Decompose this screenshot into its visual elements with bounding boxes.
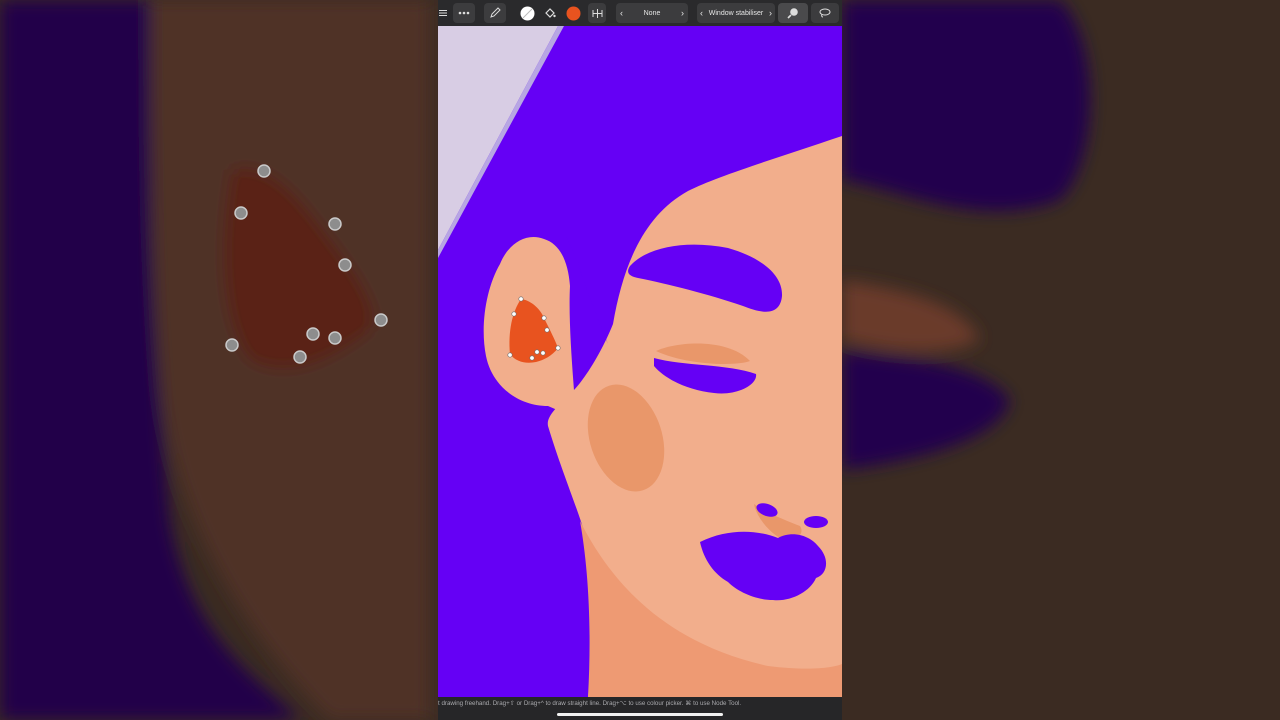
- drawing-canvas[interactable]: [438, 26, 842, 697]
- chevron-left-icon[interactable]: ‹: [700, 8, 703, 18]
- zoom-button[interactable]: [778, 3, 808, 23]
- hamburger-menu-icon[interactable]: [438, 3, 448, 23]
- paint-fill-icon: [545, 8, 556, 18]
- snapping-icon: [592, 8, 602, 18]
- chevron-left-icon[interactable]: ‹: [620, 8, 623, 18]
- blend-mode-selector[interactable]: ‹ None ›: [616, 3, 688, 23]
- pencil-tool-button[interactable]: [484, 3, 506, 23]
- nostril-right: [804, 516, 828, 528]
- ellipsis-icon: [458, 11, 470, 15]
- stabiliser-selector[interactable]: ‹ Window stabiliser ›: [697, 3, 775, 23]
- status-bar: t drawing freehand. Drag+⇧ or Drag+^ to …: [438, 697, 842, 720]
- secondary-colour-swatch[interactable]: [564, 3, 582, 23]
- fill-tool-button[interactable]: [541, 3, 559, 23]
- lasso-icon: [819, 8, 831, 18]
- blend-mode-value: None: [643, 9, 661, 17]
- snapping-button[interactable]: [588, 3, 606, 23]
- status-hint-text: t drawing freehand. Drag+⇧ or Drag+^ to …: [438, 700, 742, 707]
- pencil-tool-icon: [490, 7, 501, 18]
- primary-colour-swatch[interactable]: [518, 3, 536, 23]
- stabiliser-value: Window stabiliser: [708, 9, 764, 17]
- chevron-right-icon[interactable]: ›: [769, 8, 772, 18]
- home-indicator[interactable]: [557, 713, 723, 716]
- lasso-button[interactable]: [811, 3, 839, 23]
- context-toolbar: ‹ None › ‹ Window stabiliser ›: [438, 0, 842, 26]
- drawing-app-window: ‹ None › ‹ Window stabiliser › t drawing…: [438, 0, 842, 720]
- more-options-button[interactable]: [453, 3, 475, 23]
- search-zoom-icon: [787, 8, 798, 19]
- chevron-right-icon[interactable]: ›: [681, 8, 684, 18]
